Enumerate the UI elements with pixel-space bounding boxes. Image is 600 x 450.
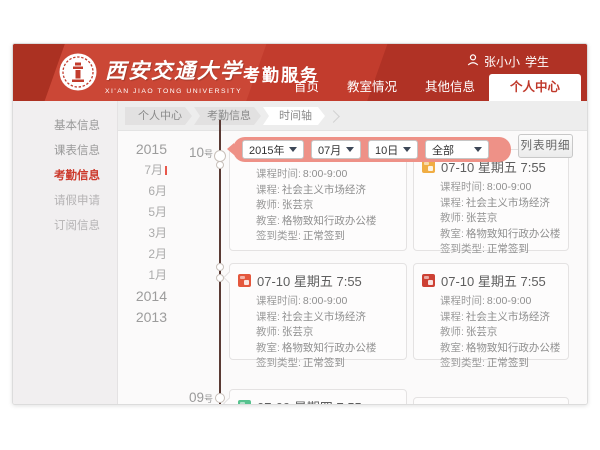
timeline-node [216,263,224,271]
nav-item-classroom[interactable]: 教室情况 [333,74,411,101]
calendar-red-icon [422,274,435,287]
attendance-card-partial [413,397,569,405]
card-title: 07-09 星期四 7:55 [257,397,362,405]
card-field: 教师:张芸京 [440,211,560,227]
timeline-year-2014[interactable]: 2014 [123,286,167,307]
timeline-year-column: 2015 7月 6月 5月 3月 2月 1月 2014 2013 [123,139,167,328]
chevron-down-icon [403,147,411,152]
attendance-card: 07-10 星期五 7:55 课程时间:8:00-9:00 课程:社会主义市场经… [413,149,569,251]
user-info[interactable]: 张小小 学生 [467,53,549,70]
timeline-day-marker-09: 09号 [189,390,213,405]
brand-block: 西安交通大学 XI'AN JIAO TONG UNIVERSITY [105,55,243,95]
chevron-down-icon [474,147,482,152]
card-title: 07-10 星期五 7:55 [257,271,362,290]
attendance-card: 课程时间:8:00-9:00 课程:社会主义市场经济 教师:张芸京 教室:格物致… [229,149,407,251]
card-field: 教室:格物致知行政办公楼 [440,227,560,243]
day-select[interactable]: 10日 [368,140,418,159]
card-field: 教师:张芸京 [440,325,560,341]
card-field: 课程时间:8:00-9:00 [256,167,398,183]
sidebar-item-subscription[interactable]: 订阅信息 [13,214,117,239]
sidebar-item-basic-info[interactable]: 基本信息 [13,114,117,139]
chevron-down-icon [289,147,297,152]
card-title: 07-10 星期五 7:55 [441,271,546,290]
app-header: 西安交通大学 XI'AN JIAO TONG UNIVERSITY 考勤服务 张… [13,44,588,101]
timeline-node [216,161,224,169]
breadcrumb-timeline[interactable]: 时间轴 [263,107,325,125]
main-nav: 首页 教室情况 其他信息 个人中心 [280,74,581,101]
card-field: 签到类型:正常签到 [256,229,398,245]
timeline-node [215,393,225,403]
timeline-month-jun[interactable]: 6月 [123,181,167,202]
timeline-month-mar[interactable]: 3月 [123,223,167,244]
card-field: 教室:格物致知行政办公楼 [440,341,560,357]
sidebar-item-attendance-info[interactable]: 考勤信息 [13,164,117,189]
list-detail-button[interactable]: 列表明细 [518,134,573,158]
sidebar-item-schedule-info[interactable]: 课表信息 [13,139,117,164]
card-field: 课程:社会主义市场经济 [256,183,398,199]
university-logo-icon [59,53,97,91]
card-field: 签到类型:正常签到 [440,242,560,258]
card-field: 签到类型:正常签到 [440,356,560,372]
app-window: 西安交通大学 XI'AN JIAO TONG UNIVERSITY 考勤服务 张… [12,43,588,405]
timeline-node [216,274,224,282]
timeline-day-marker-10: 10号 [189,145,213,160]
breadcrumb: 个人中心 考勤信息 时间轴 [125,107,338,125]
attendance-card: 07-09 星期四 7:55 [229,389,407,405]
user-role: 学生 [525,53,549,70]
card-field: 课程:社会主义市场经济 [440,196,560,212]
calendar-orange-icon [238,274,251,287]
scope-select[interactable]: 全部 [425,140,489,159]
card-field: 课程时间:8:00-9:00 [256,294,398,310]
university-name-en: XI'AN JIAO TONG UNIVERSITY [105,88,243,95]
calendar-green-icon [238,400,251,405]
year-select[interactable]: 2015年 [242,140,304,159]
sidebar-item-leave-request[interactable]: 请假申请 [13,189,117,214]
timeline-year-2013[interactable]: 2013 [123,307,167,328]
card-field: 课程:社会主义市场经济 [256,310,398,326]
current-month-marker [165,166,167,175]
person-icon [467,54,479,69]
user-name: 张小小 [484,53,520,70]
attendance-card: 07-10 星期五 7:55 课程时间:8:00-9:00 课程:社会主义市场经… [229,263,407,360]
timeline-month-feb[interactable]: 2月 [123,244,167,265]
timeline-year-2015[interactable]: 2015 [123,139,167,160]
card-field: 签到类型:正常签到 [256,356,398,372]
chevron-right-icon [327,110,340,123]
breadcrumb-attendance-info[interactable]: 考勤信息 [194,107,261,125]
breadcrumb-band: 个人中心 考勤信息 时间轴 [118,101,588,131]
card-field: 课程:社会主义市场经济 [440,310,560,326]
card-field: 教室:格物致知行政办公楼 [256,341,398,357]
sidebar: 基本信息 课表信息 考勤信息 请假申请 订阅信息 [13,101,118,405]
breadcrumb-personal-center[interactable]: 个人中心 [125,107,192,125]
timeline-month-may[interactable]: 5月 [123,202,167,223]
month-select[interactable]: 07月 [311,140,361,159]
timeline-month-jan[interactable]: 1月 [123,265,167,286]
card-field: 教师:张芸京 [256,198,398,214]
filter-bubble: 2015年 07月 10日 全部 [233,137,511,162]
card-field: 课程时间:8:00-9:00 [440,294,560,310]
nav-item-other[interactable]: 其他信息 [411,74,489,101]
chevron-down-icon [346,147,354,152]
university-name-cn: 西安交通大学 [105,55,243,85]
card-field: 教室:格物致知行政办公楼 [256,214,398,230]
card-field: 课程时间:8:00-9:00 [440,180,560,196]
attendance-card: 07-10 星期五 7:55 课程时间:8:00-9:00 课程:社会主义市场经… [413,263,569,360]
nav-item-personal[interactable]: 个人中心 [489,74,581,101]
nav-item-home[interactable]: 首页 [280,74,333,101]
timeline-month-jul[interactable]: 7月 [123,160,167,181]
card-field: 教师:张芸京 [256,325,398,341]
